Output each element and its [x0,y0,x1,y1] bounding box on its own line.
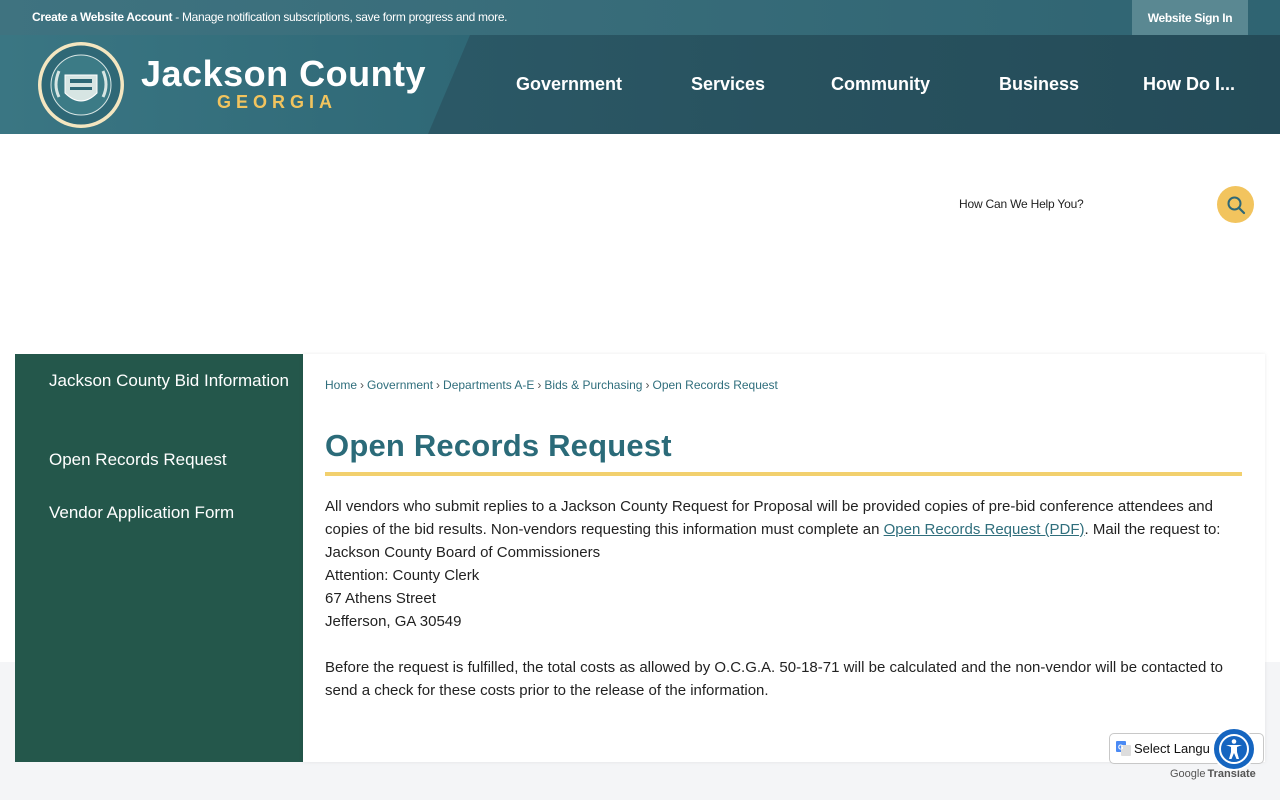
breadcrumb-separator: › [537,378,542,392]
address-line-4: Jefferson, GA 30549 [325,613,462,630]
svg-text:G: G [1118,745,1124,752]
search-icon [1227,196,1245,214]
title-divider [325,472,1242,476]
breadcrumb-departments[interactable]: Departments A-E [443,378,534,392]
google-translate-icon: G [1116,741,1131,756]
breadcrumb-separator: › [436,378,441,392]
google-label: Google [1170,768,1206,780]
cost-paragraph: Before the request is fulfilled, the tot… [325,659,1224,699]
sidebar-item-open-records-request[interactable]: Open Records Request [49,447,289,472]
create-account-description: - Manage notification subscriptions, sav… [172,10,508,24]
google-translate-attribution: Google Translate [1170,768,1256,780]
nav-business[interactable]: Business [999,35,1079,134]
page-body: All vendors who submit replies to a Jack… [325,495,1225,702]
nav-government[interactable]: Government [516,35,622,134]
intro-paragraph: All vendors who submit replies to a Jack… [325,495,1225,541]
breadcrumb-current[interactable]: Open Records Request [652,378,777,392]
nav-services[interactable]: Services [691,35,765,134]
main-content: Home › Government › Departments A-E › Bids & P… [303,354,1265,762]
address-line-1: Jackson County Board of Commissioners [325,544,601,561]
intro-text-end: . Mail the request to: [1084,521,1221,538]
sidebar-nav: Jackson County Bid Information Open Reco… [15,354,303,762]
breadcrumb: Home › Government › Departments A-E › Bids & P… [325,378,778,392]
brand-name[interactable]: Jackson County [141,53,426,95]
sidebar-item-bid-information[interactable]: Jackson County Bid Information [49,368,289,393]
address-line-3: 67 Athens Street [325,590,436,607]
sidebar-item-vendor-application-form[interactable]: Vendor Application Form [49,500,289,525]
site-header: Jackson County GEORGIA Government Servic… [0,35,1280,134]
search-input[interactable]: How Can We Help You? [959,197,1084,211]
search-button[interactable] [1217,186,1254,223]
nav-how-do-i[interactable]: How Do I... [1143,35,1235,134]
brand-state: GEORGIA [217,92,338,112]
breadcrumb-home[interactable]: Home [325,378,357,392]
top-utility-bar: Create a Website Account - Manage notifi… [0,0,1280,35]
accessibility-icon [1219,734,1249,764]
county-seal-icon[interactable] [37,41,125,129]
nav-community[interactable]: Community [831,35,930,134]
create-account-link[interactable]: Create a Website Account - Manage notifi… [32,10,508,24]
page-title: Open Records Request [325,428,672,463]
breadcrumb-separator: › [360,378,365,392]
language-select-label[interactable]: Select Langu [1134,741,1210,756]
breadcrumb-bids-purchasing[interactable]: Bids & Purchasing [544,378,642,392]
open-records-request-pdf-link[interactable]: Open Records Request (PDF) [884,521,1085,538]
create-account-label[interactable]: Create a Website Account [32,10,172,24]
accessibility-button[interactable] [1212,727,1256,771]
website-sign-in-button[interactable]: Website Sign In [1132,0,1248,35]
breadcrumb-government[interactable]: Government [367,378,433,392]
breadcrumb-separator: › [645,378,650,392]
address-line-2: Attention: County Clerk [325,567,480,584]
